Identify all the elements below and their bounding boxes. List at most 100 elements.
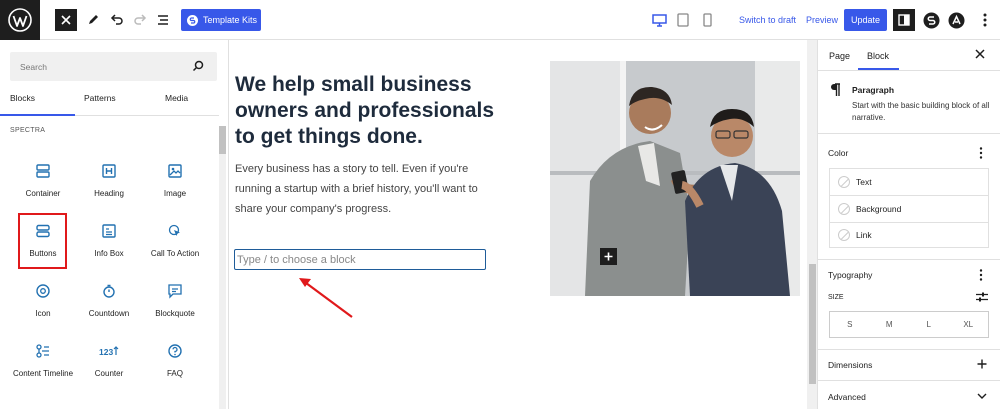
- size-option-xl[interactable]: XL: [949, 312, 989, 337]
- astra-icon: [948, 12, 964, 28]
- tablet-icon: [677, 13, 689, 27]
- mobile-icon: [702, 13, 712, 27]
- add-block-button[interactable]: [600, 248, 617, 265]
- more-vertical-icon: [979, 269, 983, 281]
- wordpress-logo-icon[interactable]: [0, 0, 40, 40]
- size-option-m[interactable]: M: [870, 312, 910, 337]
- active-tab-indicator: [0, 114, 75, 116]
- block-container[interactable]: Container: [10, 160, 76, 216]
- typography-section-title: Typography: [828, 270, 873, 280]
- redo-button[interactable]: [129, 9, 151, 31]
- close-inserter-button[interactable]: [55, 9, 77, 31]
- block-info-box[interactable]: Info Box: [76, 220, 142, 276]
- section-divider: [818, 259, 1000, 260]
- color-link-item[interactable]: Link: [830, 222, 988, 248]
- tab-blocks[interactable]: Blocks: [10, 93, 35, 103]
- astra-settings-button[interactable]: [945, 9, 967, 31]
- advanced-section-title[interactable]: Advanced: [828, 392, 866, 402]
- red-arrow-annotation: [299, 278, 353, 318]
- color-options-button[interactable]: [979, 147, 983, 159]
- undo-icon: [110, 14, 123, 25]
- block-counter[interactable]: 123 Counter: [76, 340, 142, 396]
- pencil-icon: [89, 15, 98, 24]
- block-label: Image: [163, 189, 187, 198]
- switch-to-draft-button[interactable]: Switch to draft: [739, 15, 796, 25]
- tab-block[interactable]: Block: [867, 51, 889, 61]
- options-menu-button[interactable]: [974, 9, 996, 31]
- block-label: Info Box: [94, 249, 124, 258]
- canvas-scrollbar[interactable]: [807, 40, 818, 409]
- block-content-timeline[interactable]: Content Timeline: [10, 340, 76, 396]
- block-description: Start with the basic building block of a…: [852, 101, 990, 122]
- update-button[interactable]: Update: [844, 9, 887, 31]
- scrollbar-thumb[interactable]: [219, 126, 226, 154]
- block-faq[interactable]: FAQ: [142, 340, 208, 396]
- call-to-action-icon: [167, 220, 183, 242]
- block-image[interactable]: Image: [142, 160, 208, 216]
- buttons-block-highlight: [18, 213, 67, 269]
- color-background-item[interactable]: Background: [830, 196, 988, 222]
- plus-icon: [604, 252, 613, 261]
- spectra-logo-icon: [187, 14, 198, 26]
- desktop-preview-button[interactable]: [648, 9, 670, 31]
- tablet-preview-button[interactable]: [672, 9, 694, 31]
- search-icon: [192, 60, 204, 72]
- block-call-to-action[interactable]: Call To Action: [142, 220, 208, 276]
- spectra-settings-button[interactable]: [920, 9, 942, 31]
- block-label: Heading: [94, 189, 124, 198]
- color-settings-list: Text Background Link: [829, 168, 989, 248]
- close-icon: [61, 15, 71, 25]
- size-option-s[interactable]: S: [830, 312, 870, 337]
- block-countdown[interactable]: Countdown: [76, 280, 142, 336]
- tab-page[interactable]: Page: [829, 51, 850, 61]
- counter-icon: 123: [99, 340, 119, 362]
- settings-sidebar-toggle-button[interactable]: [893, 9, 915, 31]
- chevron-down-icon[interactable]: [977, 393, 987, 399]
- blockquote-icon: [167, 280, 183, 302]
- font-size-picker: S M L XL: [829, 311, 989, 338]
- block-title: Paragraph: [852, 85, 895, 95]
- page-heading[interactable]: We help small business owners and profes…: [235, 72, 495, 150]
- section-divider: [818, 133, 1000, 134]
- svg-text:123: 123: [99, 347, 113, 357]
- icon-block-icon: [35, 280, 51, 302]
- block-label: Countdown: [88, 309, 130, 318]
- typography-options-button[interactable]: [979, 269, 983, 281]
- custom-size-toggle-button[interactable]: [976, 292, 988, 302]
- business-people-photo[interactable]: [550, 61, 800, 296]
- container-icon: [35, 160, 51, 182]
- tabs-divider: [818, 70, 1000, 71]
- block-label: Blockquote: [155, 309, 195, 318]
- mobile-preview-button[interactable]: [696, 9, 718, 31]
- block-label: Counter: [94, 369, 124, 378]
- preview-button[interactable]: Preview: [806, 15, 838, 25]
- search-placeholder: Search: [20, 62, 47, 72]
- inserter-scrollbar[interactable]: [219, 126, 226, 409]
- block-appender-input[interactable]: Type / to choose a block: [234, 249, 486, 270]
- document-overview-button[interactable]: [152, 9, 174, 31]
- template-kits-button[interactable]: Template Kits: [181, 9, 261, 31]
- block-search-input[interactable]: Search: [10, 52, 217, 81]
- image-icon: [167, 160, 183, 182]
- close-icon: [975, 49, 985, 59]
- scrollbar-thumb[interactable]: [809, 264, 816, 384]
- size-option-l[interactable]: L: [909, 312, 949, 337]
- edit-tool-button[interactable]: [82, 9, 104, 31]
- inserter-tabs: Blocks Patterns Media: [0, 88, 219, 116]
- add-dimensions-button[interactable]: [977, 359, 987, 369]
- tab-media[interactable]: Media: [165, 93, 188, 103]
- tab-patterns[interactable]: Patterns: [84, 93, 116, 103]
- color-text-item[interactable]: Text: [830, 169, 988, 195]
- page-paragraph[interactable]: Every business has a story to tell. Even…: [235, 159, 485, 219]
- undo-button[interactable]: [106, 9, 128, 31]
- dimensions-section-title: Dimensions: [828, 360, 873, 370]
- block-icon[interactable]: Icon: [10, 280, 76, 336]
- editor-top-toolbar: Template Kits Switch to draft Preview Up…: [0, 0, 1000, 40]
- block-blockquote[interactable]: Blockquote: [142, 280, 208, 336]
- sidebar-icon: [898, 14, 910, 26]
- plus-icon: [977, 359, 987, 369]
- close-sidebar-button[interactable]: [975, 49, 985, 59]
- block-label: FAQ: [166, 369, 183, 378]
- content-timeline-icon: [35, 340, 51, 362]
- block-heading[interactable]: Heading: [76, 160, 142, 216]
